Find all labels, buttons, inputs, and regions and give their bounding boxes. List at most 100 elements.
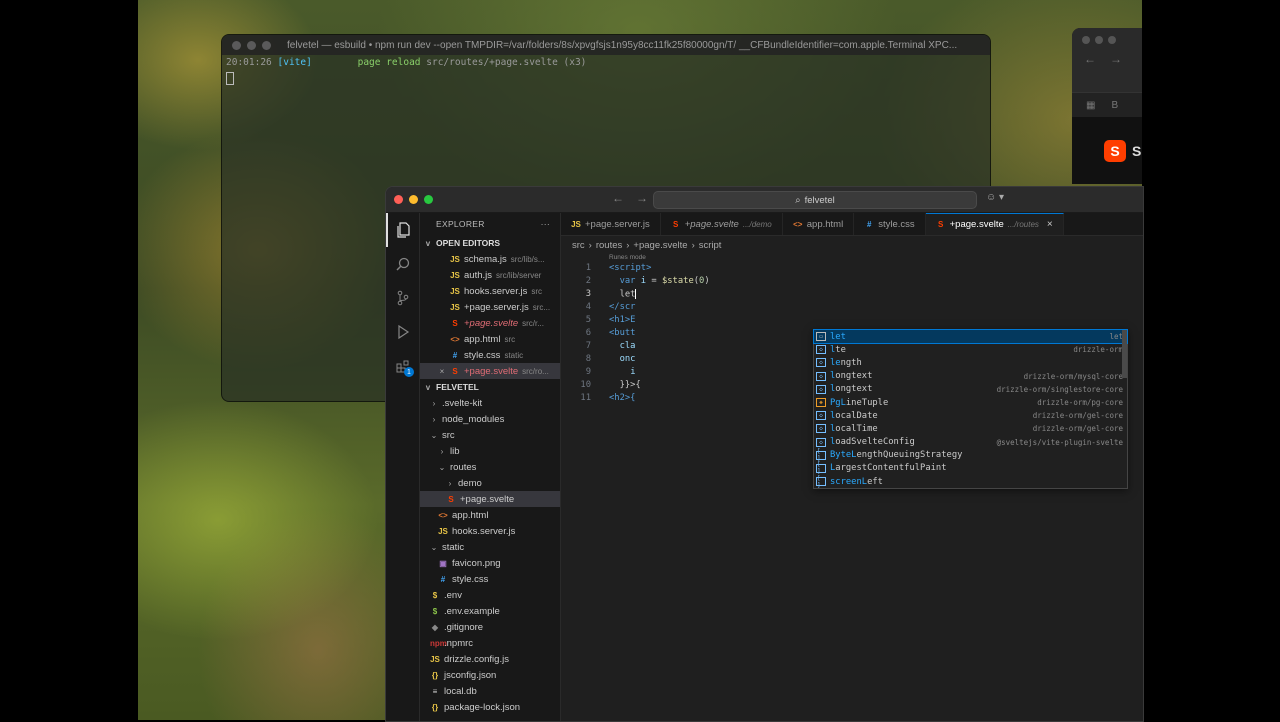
suggestion-detail: drizzle-orm [1073, 345, 1123, 355]
run-debug-icon[interactable] [386, 315, 419, 349]
suggest-scrollbar[interactable] [1122, 330, 1127, 378]
file-item[interactable]: ◆ .gitignore [420, 619, 560, 635]
window-close-button[interactable] [394, 195, 403, 204]
folder-item[interactable]: ⌄ routes [420, 459, 560, 475]
suggestion-item[interactable]: ◇ localDate drizzle-orm/gel-core [814, 409, 1127, 422]
file-item[interactable]: JS hooks.server.js [420, 523, 560, 539]
browser-close-button[interactable] [1082, 36, 1090, 44]
file-item[interactable]: ≡ local.db [420, 683, 560, 699]
nav-forward-icon[interactable]: → [636, 191, 648, 205]
terminal-close-button[interactable] [232, 40, 241, 50]
file-item[interactable]: JS drizzle.config.js [420, 651, 560, 667]
project-header[interactable]: v FELVETEL [420, 379, 560, 395]
folder-item[interactable]: ⌄ src [420, 427, 560, 443]
suggestion-item[interactable]: ◇ longtext drizzle-orm/mysql-core [814, 370, 1127, 383]
browser-window[interactable]: ← → ▦ B S S [1072, 28, 1142, 184]
suggestion-item[interactable]: ◇ lte drizzle-orm [814, 343, 1127, 356]
window-minimize-button[interactable] [409, 195, 418, 204]
editor-tab[interactable]: S +page.svelte .../routes × [925, 213, 1064, 235]
suggestion-item[interactable]: [ ] ByteLengthQueuingStrategy [814, 448, 1127, 462]
suggestion-item[interactable]: [ ] LargestContentfulPaint [814, 461, 1127, 475]
command-center-search[interactable]: ⌕ felvetel [653, 191, 977, 209]
terminal-titlebar[interactable]: felvetel — esbuild • npm run dev --open … [222, 35, 990, 55]
editor-area[interactable]: JS +page.server.js S +page.svelte .../demo <>… [561, 213, 1143, 721]
open-editor-item[interactable]: # style.css static [420, 347, 560, 363]
file-name: app.html [452, 509, 489, 521]
file-item[interactable]: $ .env [420, 587, 560, 603]
suggestion-label: lte [830, 345, 1069, 355]
terminal-minimize-button[interactable] [247, 40, 256, 50]
open-editor-item[interactable]: JS +page.server.js src... [420, 299, 560, 315]
vscode-titlebar[interactable]: ← → ⌕ felvetel ☺ ▾ [386, 187, 1143, 213]
file-item[interactable]: # style.css [420, 571, 560, 587]
open-editor-item[interactable]: <> app.html src [420, 331, 560, 347]
editor-tab[interactable]: <> app.html [783, 213, 855, 235]
css-file-icon: # [452, 350, 458, 360]
open-editor-item[interactable]: JS auth.js src/lib/server [420, 267, 560, 283]
file-item[interactable]: $ .env.example [420, 603, 560, 619]
suggestion-item[interactable]: ◇ longtext drizzle-orm/singlestore-core [814, 383, 1127, 396]
suggestion-label: LargestContentfulPaint [830, 463, 1119, 473]
folder-item[interactable]: › .svelte-kit [420, 395, 560, 411]
terminal-prompt[interactable] [222, 70, 990, 87]
copilot-icon[interactable]: ☺ ▾ [986, 192, 1004, 203]
chevron-right-icon: › [448, 478, 452, 488]
window-zoom-button[interactable] [424, 195, 433, 204]
suggestion-item[interactable]: [ ] screenLeft [814, 475, 1127, 489]
breadcrumb-item[interactable]: script [699, 240, 722, 251]
file-item[interactable]: npm .npmrc [420, 635, 560, 651]
paren-close: ) [704, 276, 710, 286]
breadcrumb-item[interactable]: +page.svelte [633, 240, 687, 251]
close-icon[interactable]: × [1047, 219, 1053, 230]
editor-tab[interactable]: S +page.svelte .../demo [661, 213, 783, 235]
file-item[interactable]: {} jsconfig.json [420, 667, 560, 683]
editor-tab[interactable]: JS +page.server.js [561, 213, 661, 235]
folder-item[interactable]: › lib [420, 443, 560, 459]
folder-item[interactable]: ⌄ static [420, 539, 560, 555]
suggestion-item[interactable]: ◇ loadSvelteConfig @sveltejs/vite-plugin-s… [814, 436, 1127, 449]
browser-minimize-button[interactable] [1095, 36, 1103, 44]
chevron-down-icon: v [425, 382, 431, 392]
file-item[interactable]: S +page.svelte [420, 491, 560, 507]
terminal-cursor [226, 72, 234, 85]
terminal-zoom-button[interactable] [262, 40, 271, 50]
vscode-window[interactable]: ← → ⌕ felvetel ☺ ▾ 1 EXPLORER ··· v OPEN E… [385, 186, 1144, 722]
suggestion-rest: ocalDate [835, 410, 878, 421]
editor-tab[interactable]: # style.css [854, 213, 926, 235]
code-editor[interactable]: Runes mode 1 2 3 4 5 6 7 8 9 10 11 <script> var i … [561, 254, 1143, 403]
forward-arrow-icon[interactable]: → [1110, 52, 1122, 66]
suggestion-item[interactable]: ▭ let let [813, 328, 1128, 345]
autocomplete-widget[interactable]: ▭ let let ◇ lte drizzle-orm ◇ length ◇ longtext dr… [813, 328, 1128, 490]
tab-overview-icon[interactable]: ▦ [1086, 100, 1095, 111]
editor-tabs: JS +page.server.js S +page.svelte .../demo <>… [561, 213, 1143, 236]
file-item[interactable]: <> app.html [420, 507, 560, 523]
folder-item[interactable]: › node_modules [420, 411, 560, 427]
suggestion-item[interactable]: ◇ length [814, 356, 1127, 369]
open-editor-item[interactable]: JS hooks.server.js src [420, 283, 560, 299]
explorer-icon[interactable] [386, 213, 419, 247]
extensions-icon[interactable]: 1 [386, 349, 419, 383]
file-item[interactable]: ▣ favicon.png [420, 555, 560, 571]
close-icon[interactable]: × [438, 367, 446, 376]
open-editor-item[interactable]: S +page.svelte src/r... [420, 315, 560, 331]
suggestion-item[interactable]: ◈ PgLineTuple drizzle-orm/pg-core [814, 396, 1127, 409]
source-control-icon[interactable] [386, 281, 419, 315]
browser-zoom-button[interactable] [1108, 36, 1116, 44]
code-line-5: <h1>E [609, 315, 635, 325]
suggestion-item[interactable]: ◇ localTime drizzle-orm/gel-core [814, 422, 1127, 435]
suggestion-match: ByteL [830, 450, 857, 461]
breadcrumb-item[interactable]: routes [596, 240, 622, 251]
codelens-runes-mode[interactable]: Runes mode [561, 254, 1143, 263]
folder-item[interactable]: › demo [420, 475, 560, 491]
breadcrumb-item[interactable]: src [572, 240, 585, 251]
file-name: static [442, 541, 465, 553]
search-view-icon[interactable] [386, 247, 419, 281]
line-number: 9 [585, 367, 591, 377]
open-editor-item[interactable]: × S +page.svelte src/ro... [420, 363, 560, 379]
explorer-more-actions[interactable]: ··· [541, 219, 550, 229]
file-item[interactable]: {} package-lock.json [420, 699, 560, 715]
nav-back-icon[interactable]: ← [612, 191, 624, 205]
open-editor-item[interactable]: JS schema.js src/lib/s... [420, 251, 560, 267]
open-editors-header[interactable]: v OPEN EDITORS [420, 235, 560, 251]
back-arrow-icon[interactable]: ← [1084, 52, 1096, 66]
